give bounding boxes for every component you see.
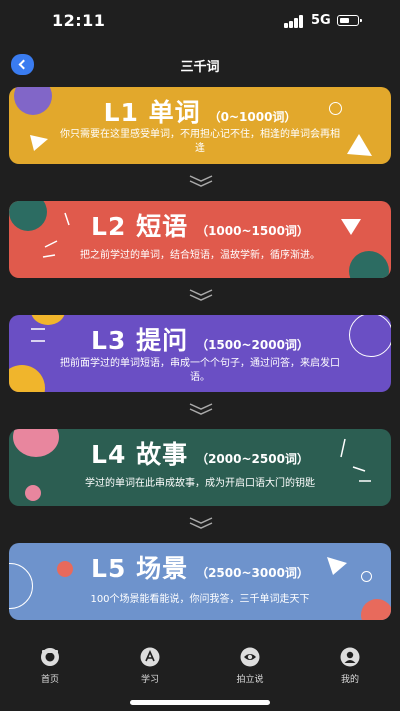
card-range: （0~1000词） — [208, 110, 297, 124]
status-time: 12:11 — [52, 11, 106, 30]
network-label: 5G — [311, 13, 331, 28]
camera-icon — [240, 647, 260, 667]
level-card-l2[interactable]: L2 短语 （1000~1500词） 把之前学过的单词，结合短语，温故学新，循序渐… — [9, 201, 391, 278]
tab-label: 学习 — [140, 675, 159, 685]
chevron-down-icon — [189, 175, 213, 187]
tab-bar: 首页 学习 拍立说 我的 — [0, 640, 400, 690]
tab-study[interactable]: 学习 — [120, 646, 180, 685]
study-icon — [140, 647, 160, 667]
tab-profile[interactable]: 我的 — [320, 646, 380, 685]
card-range: （1000~1500词） — [196, 224, 309, 238]
level-card-l1[interactable]: L1 单词 （0~1000词） 你只需要在这里感受单词，不用担心记不住，相逢的单词… — [9, 87, 391, 164]
tab-home[interactable]: 首页 — [20, 646, 80, 685]
card-level-title: L5 场景 — [91, 554, 189, 583]
card-level-title: L3 提问 — [91, 326, 189, 355]
decor-triangle — [347, 134, 372, 156]
tab-label: 拍立说 — [236, 675, 264, 685]
battery-icon — [337, 15, 362, 26]
card-level-title: L4 故事 — [91, 440, 189, 469]
signal-icon — [284, 15, 306, 28]
decor-circle — [349, 251, 389, 278]
home-icon — [41, 648, 59, 666]
chevron-down-icon — [189, 289, 213, 301]
card-description: 你只需要在这里感受单词，不用担心记不住，相逢的单词会再相逢 — [60, 129, 340, 154]
card-range: （2000~2500词） — [196, 452, 309, 466]
card-range: （2500~3000词） — [196, 566, 309, 580]
level-card-l3[interactable]: L3 提问 （1500~2000词） 把前面学过的单词短语，串成一个个句子，通过问… — [9, 315, 391, 392]
decor-circle — [361, 599, 391, 620]
level-card-l4[interactable]: L4 故事 （2000~2500词） 学过的单词在此串成故事，成为开启口语大门的钥… — [9, 429, 391, 506]
tab-label: 我的 — [340, 675, 359, 685]
card-range: （1500~2000词） — [196, 338, 309, 352]
profile-icon — [340, 647, 360, 667]
tab-label: 首页 — [40, 675, 59, 685]
home-indicator — [130, 700, 270, 705]
page-title: 三千词 — [180, 60, 220, 75]
level-card-l5[interactable]: L5 场景 （2500~3000词） 100个场景能看能说，你问我答，三千单词走天… — [9, 543, 391, 620]
chevron-down-icon — [189, 403, 213, 415]
nav-header: 三千词 — [0, 48, 400, 82]
status-bar: 12:11 5G — [0, 0, 400, 44]
tab-camera-speak[interactable]: 拍立说 — [220, 646, 280, 685]
decor-circle — [25, 485, 41, 501]
card-description: 100个场景能看能说，你问我答，三千单词走天下 — [90, 594, 310, 605]
card-level-title: L2 短语 — [91, 212, 189, 241]
decor-circle — [9, 365, 45, 392]
card-description: 学过的单词在此串成故事，成为开启口语大门的钥匙 — [85, 478, 315, 489]
card-description: 把之前学过的单词，结合短语，温故学新，循序渐进。 — [80, 250, 320, 261]
chevron-down-icon — [189, 517, 213, 529]
decor-triangle — [30, 135, 48, 151]
card-level-title: L1 单词 — [103, 98, 201, 127]
card-description: 把前面学过的单词短语，串成一个个句子，通过问答，来启发口语。 — [60, 358, 340, 383]
